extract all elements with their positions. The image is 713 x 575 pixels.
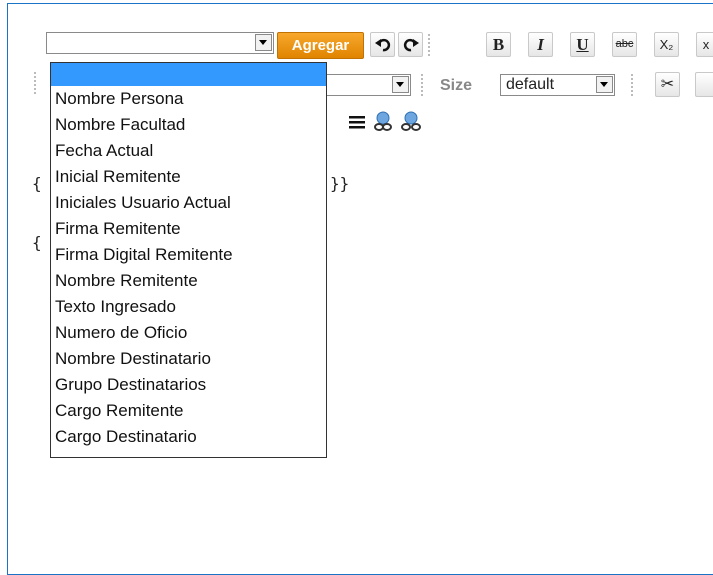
- superscript-button[interactable]: x: [696, 32, 713, 57]
- underline-label: U: [576, 35, 589, 54]
- editor-line-1-start: {: [32, 174, 42, 193]
- dropdown-option[interactable]: Numero de Oficio: [51, 320, 326, 346]
- undo-icon: [374, 38, 390, 52]
- dropdown-option[interactable]: Texto Ingresado: [51, 294, 326, 320]
- unlink-button[interactable]: [398, 110, 423, 135]
- cut-icon: ✂: [660, 76, 675, 93]
- dropdown-option[interactable]: [51, 63, 326, 86]
- size-select[interactable]: default: [500, 74, 615, 96]
- dropdown-option[interactable]: Nombre Persona: [51, 86, 326, 112]
- italic-label: I: [537, 35, 544, 54]
- align-left-button[interactable]: [30, 111, 52, 136]
- unlink-icon: [400, 111, 421, 131]
- dropdown-option[interactable]: Grupo Destinatarios: [51, 372, 326, 398]
- placeholder-dropdown-list[interactable]: Nombre Persona Nombre Facultad Fecha Act…: [50, 62, 327, 458]
- toolbar-separator: [631, 74, 635, 96]
- justify-button[interactable]: [344, 110, 369, 135]
- toolbar-grip: [34, 72, 38, 94]
- size-label: Size: [440, 77, 473, 94]
- italic-button[interactable]: I: [528, 32, 553, 57]
- undo-button[interactable]: [370, 32, 395, 57]
- strikethrough-label: abc: [615, 38, 634, 50]
- align-justify-icon: [348, 116, 365, 129]
- dropdown-option[interactable]: Nombre Destinatario: [51, 346, 326, 372]
- dropdown-option[interactable]: Iniciales Usuario Actual: [51, 190, 326, 216]
- dropdown-option[interactable]: Inicial Remitente: [51, 164, 326, 190]
- dropdown-option[interactable]: Firma Digital Remitente: [51, 242, 326, 268]
- chevron-down-icon[interactable]: [392, 76, 409, 93]
- dropdown-option[interactable]: Cargo Remitente: [51, 398, 326, 424]
- toolbar-separator: [421, 74, 425, 96]
- bold-button[interactable]: B: [486, 32, 511, 57]
- dropdown-option[interactable]: Firma Remitente: [51, 216, 326, 242]
- bold-label: B: [492, 35, 505, 54]
- editor-line-1-end: }}: [330, 174, 350, 193]
- dropdown-option[interactable]: Nombre Facultad: [51, 112, 326, 138]
- size-select-value: default: [506, 76, 555, 93]
- dropdown-option[interactable]: Nombre Remitente: [51, 268, 326, 294]
- toolbar-separator: [428, 34, 432, 56]
- copy-button[interactable]: [695, 72, 713, 97]
- chevron-down-icon[interactable]: [255, 34, 272, 51]
- agregar-button[interactable]: Agregar: [277, 32, 364, 59]
- dropdown-option[interactable]: Cargo Destinatario: [51, 424, 326, 450]
- redo-button[interactable]: [398, 32, 423, 57]
- dropdown-option[interactable]: Fecha Actual: [51, 138, 326, 164]
- underline-button[interactable]: U: [570, 32, 595, 57]
- subscript-button[interactable]: X₂: [654, 32, 679, 57]
- cut-button[interactable]: ✂: [655, 72, 680, 97]
- chevron-down-icon[interactable]: [596, 76, 613, 93]
- redo-icon: [403, 38, 419, 52]
- placeholder-select[interactable]: [46, 32, 274, 54]
- strikethrough-button[interactable]: abc: [612, 32, 637, 57]
- subscript-label: X₂: [659, 37, 674, 52]
- link-icon: [373, 111, 392, 131]
- editor-line-2-start: {: [32, 233, 42, 252]
- link-button[interactable]: [370, 110, 395, 135]
